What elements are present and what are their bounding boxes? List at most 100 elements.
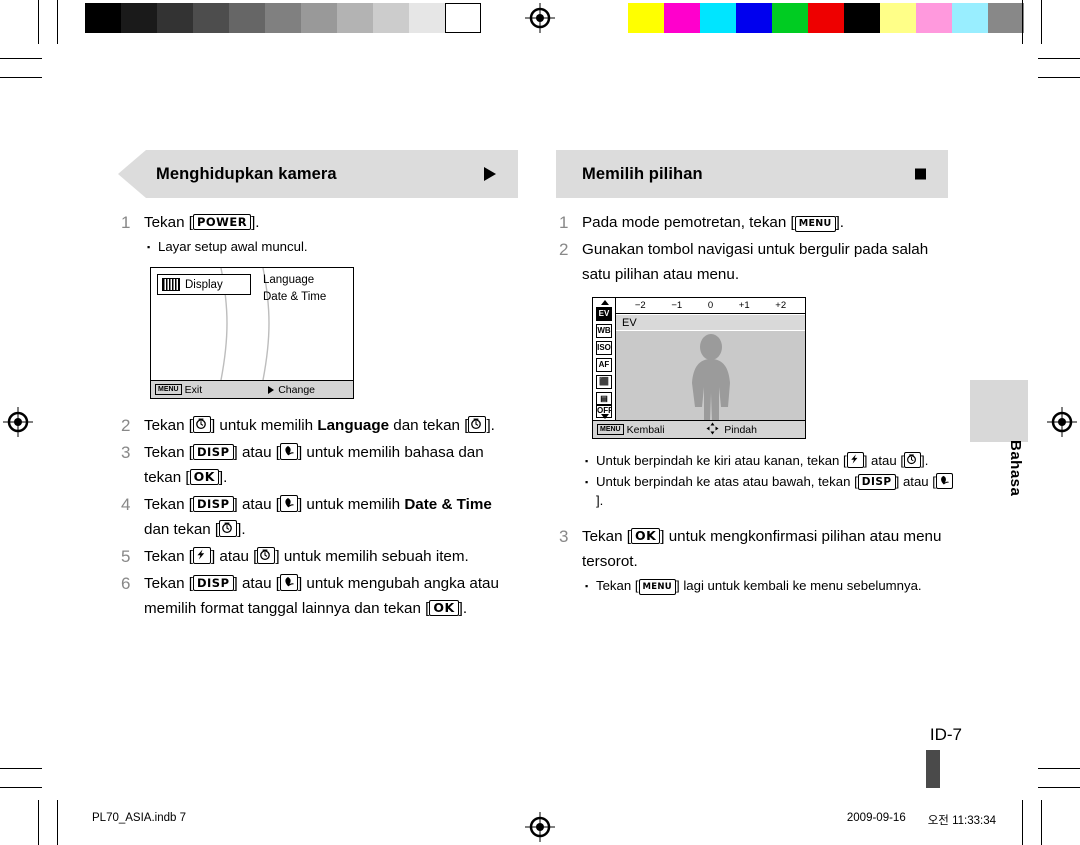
step-text-bold: Language xyxy=(317,417,390,434)
step-item: 6 Tekan [DISP] atau [] untuk mengubah an… xyxy=(118,571,518,621)
step-text: Pada mode pemotretan, tekan [MENU]. xyxy=(582,210,956,235)
bullet-item: ▪ Untuk berpindah ke kiri atau kanan, te… xyxy=(585,451,956,471)
bullet-text-part: ] lagi untuk kembali ke menu sebelumnya. xyxy=(676,578,922,593)
page-canvas: Menghidupkan kamera 1 Tekan [POWER]. ▪ L… xyxy=(0,0,1080,845)
registration-mark-right xyxy=(1047,407,1077,437)
step-text-part: ] atau [ xyxy=(233,575,280,592)
timer-icon xyxy=(192,416,211,433)
section-title: Memilih pilihan xyxy=(582,164,703,183)
step-number: 4 xyxy=(121,495,131,514)
registration-mark-bottom xyxy=(525,812,555,842)
macro-icon xyxy=(279,495,298,512)
bullet-dot: ▪ xyxy=(585,581,589,591)
sidebar-icon-face: AF xyxy=(596,358,612,372)
left-column: Menghidupkan kamera 1 Tekan [POWER]. ▪ L… xyxy=(118,150,518,623)
step-text: Tekan [] untuk memilih Language dan teka… xyxy=(144,413,518,438)
right-steps-list: 1 Pada mode pemotretan, tekan [MENU]. 2 … xyxy=(556,210,956,596)
crop-line xyxy=(1022,800,1023,845)
crop-line xyxy=(0,77,42,78)
display-icon xyxy=(162,278,180,291)
step-text-part: ] untuk memilih sebuah item. xyxy=(275,548,469,565)
timer-icon xyxy=(904,452,922,468)
lcd-footer-change-label: Change xyxy=(278,383,315,396)
step-text: Tekan [] atau [] untuk memilih sebuah it… xyxy=(144,544,518,569)
ev-tick: −1 xyxy=(671,300,683,311)
flash-icon xyxy=(192,547,211,564)
lcd-footer-back-label: Kembali xyxy=(626,423,665,436)
step-text-part: ]. xyxy=(458,600,468,617)
lcd-menu-item-datetime: Date & Time xyxy=(263,291,327,303)
bullet-text-part: ] atau [ xyxy=(863,453,905,468)
step-number: 1 xyxy=(559,213,569,232)
sidebar-icon-wb: WB xyxy=(596,324,612,338)
section-header-power-on: Menghidupkan kamera xyxy=(118,150,518,198)
footer-time: 오전 11:33:34 xyxy=(927,815,996,827)
side-tab-block xyxy=(970,380,1028,442)
bullet-item: ▪ Untuk berpindah ke atas atau bawah, te… xyxy=(585,472,956,510)
side-tab-label: Bahasa xyxy=(1007,440,1024,497)
step-text-part: ] atau [ xyxy=(210,548,258,565)
menu-key: MENU xyxy=(794,216,836,232)
menu-key-icon: MENU xyxy=(597,424,624,435)
footer-timestamp: 2009-09-16 오전 11:33:34 xyxy=(847,812,996,828)
bullet-dot: ▪ xyxy=(147,242,151,252)
step-text-part: Tekan [ xyxy=(144,496,193,513)
page-number: ID-7 xyxy=(929,725,962,744)
lcd-ev-scale: −2 −1 0 +1 +2 xyxy=(616,298,805,314)
square-marker-icon xyxy=(915,168,926,180)
macro-icon xyxy=(279,574,298,591)
bullet-dot: ▪ xyxy=(585,477,589,487)
right-column: Memilih pilihan 1 Pada mode pemotretan, … xyxy=(556,150,956,596)
step-text-part: ]. xyxy=(486,417,495,434)
step-item: 3 Tekan [OK] untuk mengkonfirmasi piliha… xyxy=(556,524,956,574)
menu-key-icon: MENU xyxy=(155,384,182,395)
step-text-part: Pada mode pemotretan, tekan [ xyxy=(582,214,795,231)
ok-key: OK xyxy=(630,528,661,544)
step-text-part: ] untuk memilih xyxy=(297,496,405,513)
sidebar-icon-ev: EV xyxy=(596,307,612,321)
step-item: 3 Tekan [DISP] atau [] untuk memilih bah… xyxy=(118,440,518,490)
step-text-part: ]. xyxy=(835,214,845,231)
step-text-part: ]. xyxy=(237,521,246,538)
step-text-part: Tekan [ xyxy=(144,214,193,231)
left-steps-list: 1 Tekan [POWER]. ▪ Layar setup awal munc… xyxy=(118,210,518,621)
lcd-footer-bar: MENU Kembali Pindah xyxy=(593,420,805,438)
step-text-part: Tekan [ xyxy=(144,417,193,434)
step-text-part: Tekan [ xyxy=(144,575,193,592)
crop-line xyxy=(1041,0,1042,44)
step-text: Tekan [POWER]. xyxy=(144,210,518,235)
lcd-sidebar: EV WB ISO AF ⬛ ▤ OFF xyxy=(593,298,616,421)
crop-line xyxy=(1022,0,1023,44)
disp-key: DISP xyxy=(192,575,234,591)
disp-key: DISP xyxy=(857,474,896,490)
caret-down-icon xyxy=(601,414,609,419)
step-text: Gunakan tombol navigasi untuk bergulir p… xyxy=(582,241,929,283)
step-number: 6 xyxy=(121,574,131,593)
bullet-item: ▪ Layar setup awal muncul. xyxy=(147,237,518,257)
color-colorbar xyxy=(628,3,1024,33)
registration-mark-top xyxy=(525,3,555,33)
step-text: Tekan [DISP] atau [] untuk memilih Date … xyxy=(144,492,518,542)
lcd-tab-display: Display xyxy=(157,274,251,295)
bullet-text: Untuk berpindah ke kiri atau kanan, teka… xyxy=(596,451,956,471)
step-text-part: ] atau [ xyxy=(233,444,280,461)
crop-line xyxy=(1038,787,1080,788)
lcd-menu-item-language: Language xyxy=(263,274,315,286)
crop-line xyxy=(57,0,58,44)
crop-line xyxy=(1038,768,1080,769)
triangle-right-icon xyxy=(268,385,275,394)
section-title: Menghidupkan kamera xyxy=(156,164,337,183)
step-number: 1 xyxy=(121,213,131,232)
step-text-part: Tekan [ xyxy=(144,444,193,461)
lcd-footer-move-label: Pindah xyxy=(724,423,757,436)
step-text-part: ]. xyxy=(251,214,260,231)
ev-tick: +1 xyxy=(738,300,750,311)
lcd-footer-bar: MENU Exit Change xyxy=(151,380,353,398)
disp-key: DISP xyxy=(192,496,234,512)
lcd-footer-move: Pindah xyxy=(706,422,757,438)
step-text-part: ] untuk memilih xyxy=(210,417,318,434)
step-text-part: ] atau [ xyxy=(233,496,280,513)
step-number: 3 xyxy=(559,527,569,546)
crop-line xyxy=(1038,77,1080,78)
lcd-tab-label: Display xyxy=(185,278,223,291)
